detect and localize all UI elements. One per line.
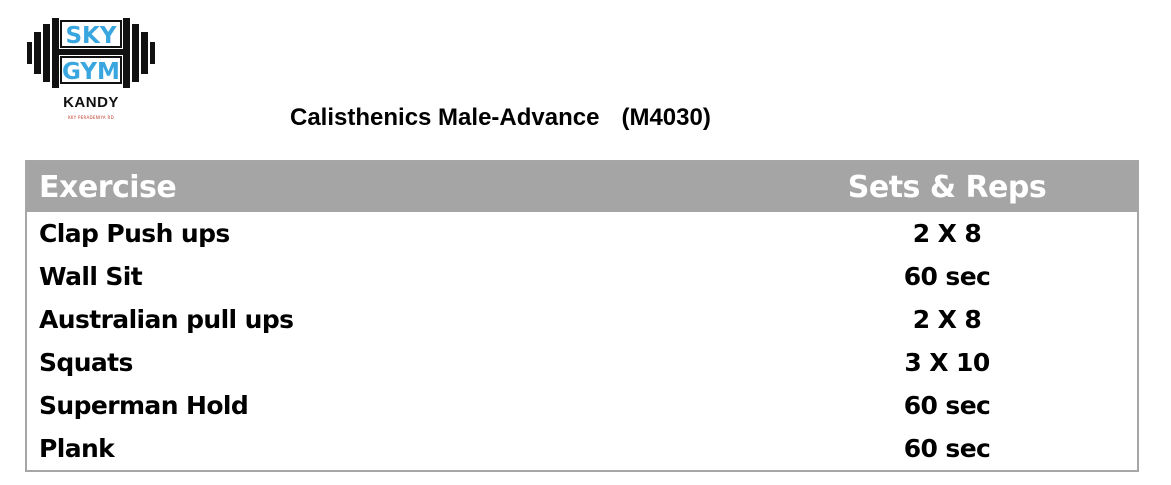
logo-city: KANDY bbox=[63, 94, 119, 111]
exercise-cell: Australian pull ups bbox=[39, 305, 294, 334]
table-row: Plank 60 sec bbox=[27, 427, 1137, 470]
exercise-cell: Clap Push ups bbox=[39, 219, 230, 248]
logo-small-text: KKY PERADENIYA RD bbox=[68, 115, 114, 120]
sets-reps-cell: 60 sec bbox=[903, 434, 991, 463]
table-row: Superman Hold 60 sec bbox=[27, 384, 1137, 427]
sets-reps-cell: 2 X 8 bbox=[912, 219, 982, 248]
header-exercise: Exercise bbox=[27, 162, 699, 212]
header-sets-reps: Sets & Reps bbox=[699, 162, 1137, 212]
table-row: Australian pull ups 2 X 8 bbox=[27, 298, 1137, 341]
exercise-cell: Plank bbox=[39, 434, 115, 463]
exercise-table: Exercise Sets & Reps Clap Push ups 2 X 8… bbox=[25, 160, 1139, 472]
table-row: Squats 3 X 10 bbox=[27, 341, 1137, 384]
exercise-cell: Superman Hold bbox=[39, 391, 249, 420]
sets-reps-cell: 60 sec bbox=[903, 262, 991, 291]
sets-reps-cell: 2 X 8 bbox=[912, 305, 982, 334]
table-header-row: Exercise Sets & Reps bbox=[27, 162, 1137, 212]
title-code: (M4030) bbox=[621, 104, 711, 131]
sky-gym-logo: SKY GYM KANDY KKY PERADENIYA RD bbox=[24, 14, 158, 126]
logo-line1: SKY bbox=[65, 23, 116, 49]
sets-reps-cell: 3 X 10 bbox=[904, 348, 990, 377]
title-name: Calisthenics Male-Advance bbox=[290, 104, 600, 131]
logo-line2: GYM bbox=[62, 59, 120, 85]
table-row: Wall Sit 60 sec bbox=[27, 255, 1137, 298]
table-row: Clap Push ups 2 X 8 bbox=[27, 212, 1137, 255]
exercise-cell: Squats bbox=[39, 348, 133, 377]
exercise-cell: Wall Sit bbox=[39, 262, 143, 291]
dumbbell-icon: SKY GYM bbox=[27, 18, 155, 88]
document-title: Calisthenics Male-Advance (M4030) bbox=[290, 104, 711, 132]
sets-reps-cell: 60 sec bbox=[903, 391, 991, 420]
